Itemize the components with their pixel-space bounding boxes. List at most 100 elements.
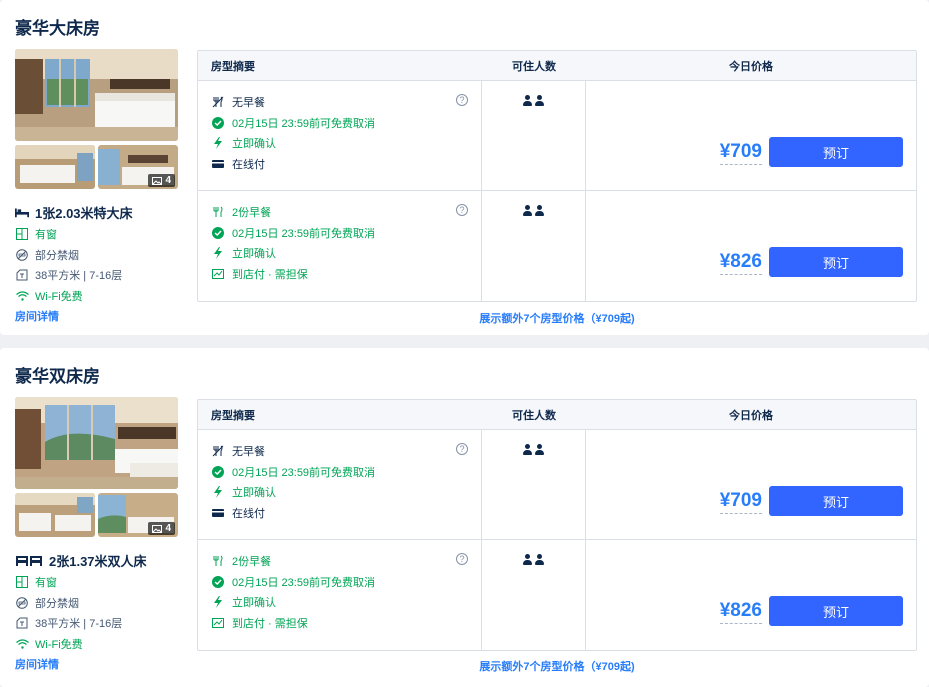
rate-table: 房型摘要 可住人数 今日价格 无早餐 02月15日 23:59前可免费取消 立即… <box>197 50 917 302</box>
room-photo-main[interactable] <box>15 49 178 141</box>
wifi-label: Wi-Fi免费 <box>35 290 83 303</box>
no-breakfast-icon <box>211 445 225 457</box>
lightning-icon <box>211 137 225 150</box>
occupancy-cell <box>482 540 586 650</box>
wifi-icon <box>15 291 29 301</box>
window-label: 有窗 <box>35 577 57 590</box>
area-icon <box>15 269 29 281</box>
room-facts: 2张1.37米双人床 有窗 部分禁烟 38平方米 | 7-16层 Wi-Fi免费 <box>15 548 185 654</box>
room-card-2: 豪华双床房 4 2张1.37米双人床 有窗 部分禁烟 38平方米 | 7-16层… <box>0 348 929 687</box>
confirm-info: 立即确认 <box>211 243 481 264</box>
room-photo-main[interactable] <box>15 397 178 489</box>
confirm-info: 立即确认 <box>211 482 481 503</box>
no-smoking-icon <box>15 248 29 261</box>
payment-info: 在线付 <box>211 154 481 175</box>
payment-info: 到店付 · 需担保 <box>211 613 481 634</box>
confirm-label: 立即确认 <box>232 597 276 610</box>
room-photo-thumb[interactable] <box>15 493 95 537</box>
bed-info: 2张1.37米双人床 <box>15 548 185 572</box>
confirm-label: 立即确认 <box>232 138 276 151</box>
price[interactable]: ¥826 <box>719 600 762 624</box>
room-photo-thumb[interactable] <box>15 145 95 189</box>
image-icon <box>152 176 163 185</box>
lightning-icon <box>211 486 225 499</box>
book-button[interactable]: 预订 <box>769 596 903 626</box>
area-floor-label: 38平方米 | 7-16层 <box>35 618 123 631</box>
rate-summary: 2份早餐 02月15日 23:59前可免费取消 立即确认 到店付 · 需担保 ? <box>198 191 482 301</box>
price[interactable]: ¥709 <box>719 141 762 165</box>
meal-label: 无早餐 <box>232 446 265 459</box>
price-cell: ¥826 预订 <box>586 540 916 650</box>
book-button[interactable]: 预订 <box>769 137 903 167</box>
room-facts: 1张2.03米特大床 有窗 部分禁烟 38平方米 | 7-16层 Wi-Fi免费 <box>15 200 185 306</box>
room-card-1: 豪华大床房 4 1张2.03米特大床 有窗 部分禁烟 38平方米 | 7-16层… <box>0 0 929 335</box>
payment-label: 到店付 · 需担保 <box>232 268 308 281</box>
meal-info: 2份早餐 <box>211 551 481 572</box>
pay-at-hotel-icon <box>211 617 225 628</box>
room-photos[interactable]: 4 <box>15 49 178 189</box>
meal-label: 2份早餐 <box>232 207 272 220</box>
window-info: 有窗 <box>15 224 185 245</box>
window-icon <box>15 576 29 589</box>
cancel-label: 02月15日 23:59前可免费取消 <box>232 117 376 130</box>
price-cell: ¥826 预订 <box>586 191 916 301</box>
meal-info: 2份早餐 <box>211 202 481 223</box>
help-icon[interactable]: ? <box>456 553 468 565</box>
cancel-info: 02月15日 23:59前可免费取消 <box>211 113 481 134</box>
book-button[interactable]: 预订 <box>769 486 903 516</box>
meal-label: 2份早餐 <box>232 556 272 569</box>
photo-count-badge[interactable]: 4 <box>148 522 175 535</box>
header-price: 今日价格 <box>729 60 773 73</box>
image-icon <box>152 524 163 533</box>
book-button[interactable]: 预订 <box>769 247 903 277</box>
room-photo-thumb[interactable]: 4 <box>98 493 178 537</box>
rate-row: 无早餐 02月15日 23:59前可免费取消 立即确认 在线付 ? ¥709 预… <box>198 81 916 191</box>
room-title: 豪华双床房 <box>15 367 100 386</box>
cancel-label: 02月15日 23:59前可免费取消 <box>232 227 376 240</box>
occupancy-cell <box>482 81 586 190</box>
payment-label: 在线付 <box>232 158 265 171</box>
room-title: 豪华大床房 <box>15 19 100 38</box>
two-guests-icon <box>523 205 544 301</box>
smoking-info: 部分禁烟 <box>15 245 185 266</box>
window-icon <box>15 228 29 241</box>
header-summary: 房型摘要 <box>211 60 255 73</box>
header-summary: 房型摘要 <box>211 409 255 422</box>
wifi-info: Wi-Fi免费 <box>15 634 185 655</box>
area-floor-label: 38平方米 | 7-16层 <box>35 270 123 283</box>
bed-info: 1张2.03米特大床 <box>15 200 185 224</box>
single-bed-icon <box>15 206 29 218</box>
show-more-rates-link[interactable]: 展示额外7个房型价格（¥709起) <box>197 310 917 326</box>
check-circle-icon <box>211 465 225 478</box>
card-icon <box>211 159 225 169</box>
check-circle-icon <box>211 116 225 129</box>
area-floor-info: 38平方米 | 7-16层 <box>15 613 185 634</box>
no-breakfast-icon <box>211 96 225 108</box>
area-floor-info: 38平方米 | 7-16层 <box>15 265 185 286</box>
lightning-icon <box>211 247 225 260</box>
help-icon[interactable]: ? <box>456 204 468 216</box>
price[interactable]: ¥826 <box>719 251 762 275</box>
rate-table-header: 房型摘要 可住人数 今日价格 <box>198 51 916 81</box>
payment-info: 到店付 · 需担保 <box>211 264 481 285</box>
cancel-info: 02月15日 23:59前可免费取消 <box>211 223 481 244</box>
rate-table-header: 房型摘要 可住人数 今日价格 <box>198 400 916 430</box>
photo-count-badge[interactable]: 4 <box>148 174 175 187</box>
help-icon[interactable]: ? <box>456 443 468 455</box>
payment-label: 到店付 · 需担保 <box>232 617 308 630</box>
cancel-info: 02月15日 23:59前可免费取消 <box>211 572 481 593</box>
room-photos[interactable]: 4 <box>15 397 178 537</box>
header-occupancy: 可住人数 <box>512 60 556 73</box>
two-guests-icon <box>523 554 544 650</box>
twin-bed-icon <box>15 554 43 566</box>
window-info: 有窗 <box>15 572 185 593</box>
price[interactable]: ¥709 <box>719 490 762 514</box>
show-more-rates-link[interactable]: 展示额外7个房型价格（¥709起) <box>197 658 917 674</box>
room-photo-thumb[interactable]: 4 <box>98 145 178 189</box>
check-circle-icon <box>211 226 225 239</box>
two-guests-icon <box>523 95 544 190</box>
room-details-link[interactable]: 房间详情 <box>15 656 59 672</box>
help-icon[interactable]: ? <box>456 94 468 106</box>
photo-count: 4 <box>165 523 171 534</box>
room-details-link[interactable]: 房间详情 <box>15 308 59 324</box>
